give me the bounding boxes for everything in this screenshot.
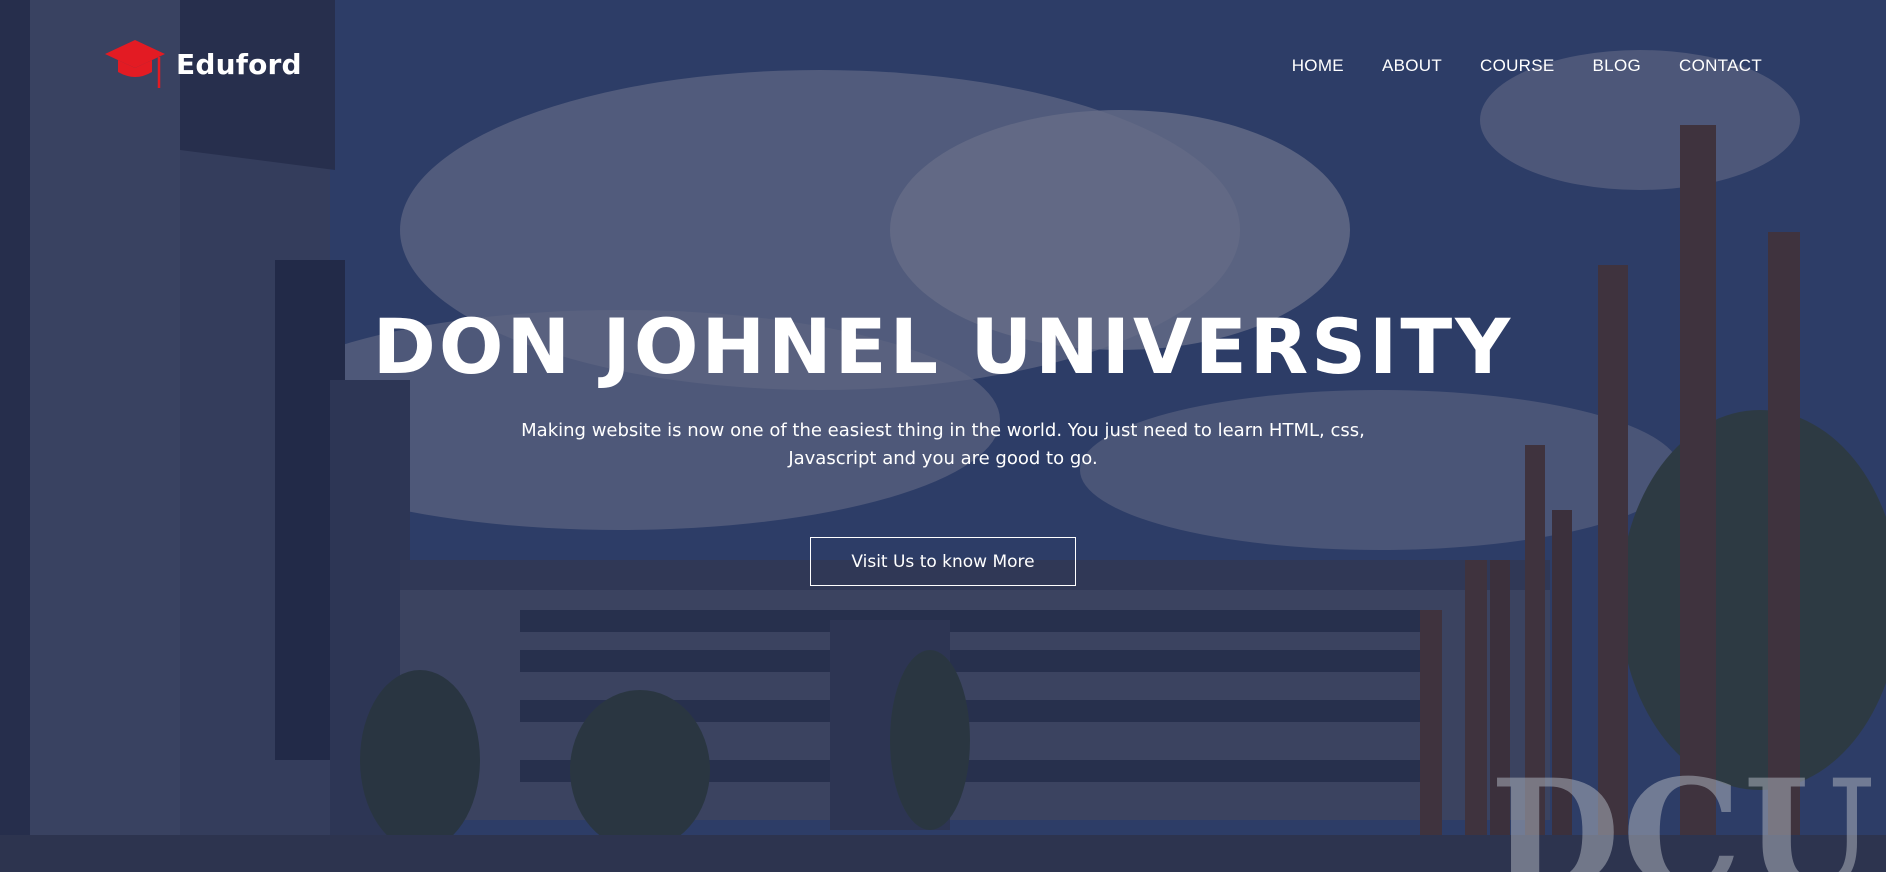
visit-us-button[interactable]: Visit Us to know More [810, 536, 1076, 586]
logo[interactable]: Eduford [104, 38, 302, 90]
hero-subtitle-line-1: Making website is now one of the easiest… [521, 419, 1365, 441]
graduation-cap-icon [105, 40, 165, 88]
nav-item-course[interactable]: COURSE [1480, 56, 1555, 76]
hero-section: DCU Eduford HOME ABOUT COURSE BLOG CONTA… [0, 0, 1886, 872]
hero-subtitle-line-2: Javascript and you are good to go. [788, 447, 1098, 469]
hero-subtitle: Making website is now one of the easiest… [508, 417, 1378, 473]
nav-item-home[interactable]: HOME [1292, 56, 1344, 76]
nav-item-about[interactable]: ABOUT [1382, 56, 1442, 76]
nav-item-contact[interactable]: CONTACT [1679, 56, 1762, 76]
nav-item-blog[interactable]: BLOG [1593, 56, 1641, 76]
main-nav: HOME ABOUT COURSE BLOG CONTACT [1292, 56, 1762, 76]
hero-content: DON JOHNEL UNIVERSITY Making website is … [0, 305, 1886, 586]
background-sign-text: DCU [1490, 747, 1877, 872]
logo-text: Eduford [176, 47, 302, 81]
hero-title: DON JOHNEL UNIVERSITY [372, 302, 1514, 391]
